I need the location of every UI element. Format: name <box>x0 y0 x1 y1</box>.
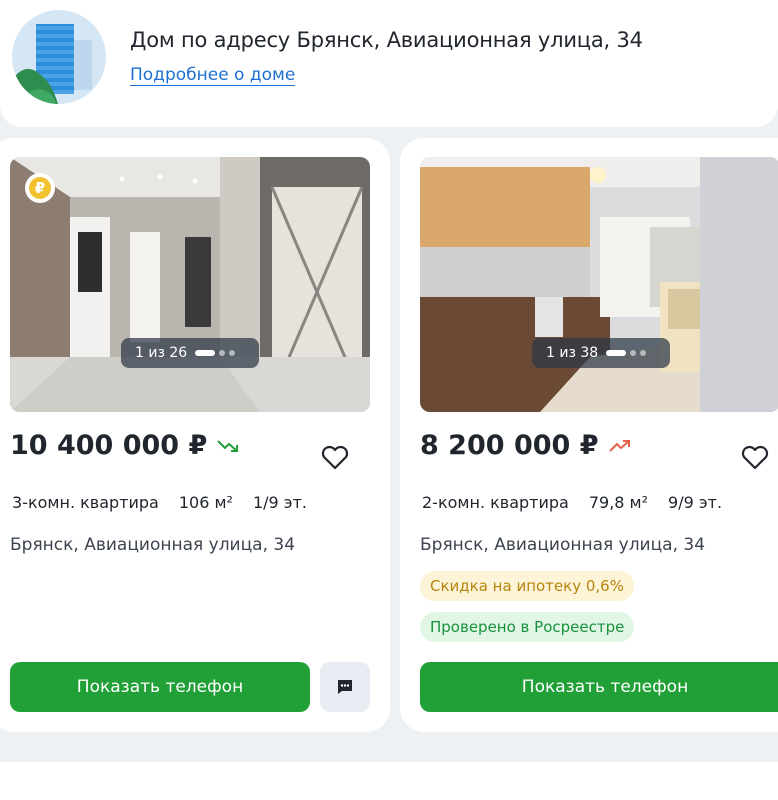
ruble-icon: ₽ <box>29 177 51 199</box>
address: Брянск, Авиационная улица, 34 <box>420 535 706 555</box>
listing-photo[interactable] <box>10 157 370 412</box>
rosreestr-verified-badge: Проверено в Росреестре <box>420 612 635 642</box>
chat-button[interactable] <box>320 662 370 712</box>
favorite-heart-icon[interactable] <box>318 440 352 474</box>
house-details-link[interactable]: Подробнее о доме <box>130 65 296 86</box>
photo-counter: 1 из 38 <box>532 338 670 368</box>
carousel-dots <box>195 350 236 356</box>
price: 10 400 000 ₽ <box>10 430 239 461</box>
listing-photo[interactable] <box>420 157 778 412</box>
price-value: 10 400 000 ₽ <box>10 430 208 461</box>
chat-icon <box>338 680 352 694</box>
carousel-dots <box>606 350 647 356</box>
show-phone-button[interactable]: Показать телефон <box>420 662 778 712</box>
rooms: 3-комн. квартира <box>12 493 159 512</box>
favorite-heart-icon[interactable] <box>738 440 772 474</box>
photo-counter-label: 1 из 26 <box>135 345 188 361</box>
price-down-trend-icon <box>217 439 239 452</box>
floor: 1/9 эт. <box>252 493 307 512</box>
price-value: 8 200 000 ₽ <box>420 430 599 461</box>
area: 106 м² <box>178 493 233 512</box>
floor: 9/9 эт. <box>668 493 723 512</box>
listing-card[interactable]: ₽ 1 из 26 10 400 000 ₽ 3-комн. квартира … <box>0 138 390 732</box>
listing-params: 3-комн. квартира 106 м² 1/9 эт. <box>12 493 307 512</box>
mortgage-discount-badge: Скидка на ипотеку 0,6% <box>420 571 634 601</box>
bottom-panel <box>0 762 778 800</box>
listing-params: 2-комн. квартира 79,8 м² 9/9 эт. <box>422 493 722 512</box>
building-icon <box>12 10 106 104</box>
rooms: 2-комн. квартира <box>422 493 569 512</box>
address: Брянск, Авиационная улица, 34 <box>10 535 296 555</box>
ruble-badge: ₽ <box>25 173 55 203</box>
show-phone-button[interactable]: Показать телефон <box>10 662 310 712</box>
house-title: Дом по адресу Брянск, Авиационная улица,… <box>130 28 643 52</box>
price: 8 200 000 ₽ <box>420 430 631 461</box>
photo-counter: 1 из 26 <box>121 338 259 368</box>
price-up-trend-icon <box>608 439 630 452</box>
area: 79,8 м² <box>588 493 649 512</box>
listing-card[interactable]: 1 из 38 8 200 000 ₽ 2-комн. квартира 79,… <box>400 138 778 732</box>
house-header: Дом по адресу Брянск, Авиационная улица,… <box>0 0 778 127</box>
photo-counter-label: 1 из 38 <box>546 345 599 361</box>
